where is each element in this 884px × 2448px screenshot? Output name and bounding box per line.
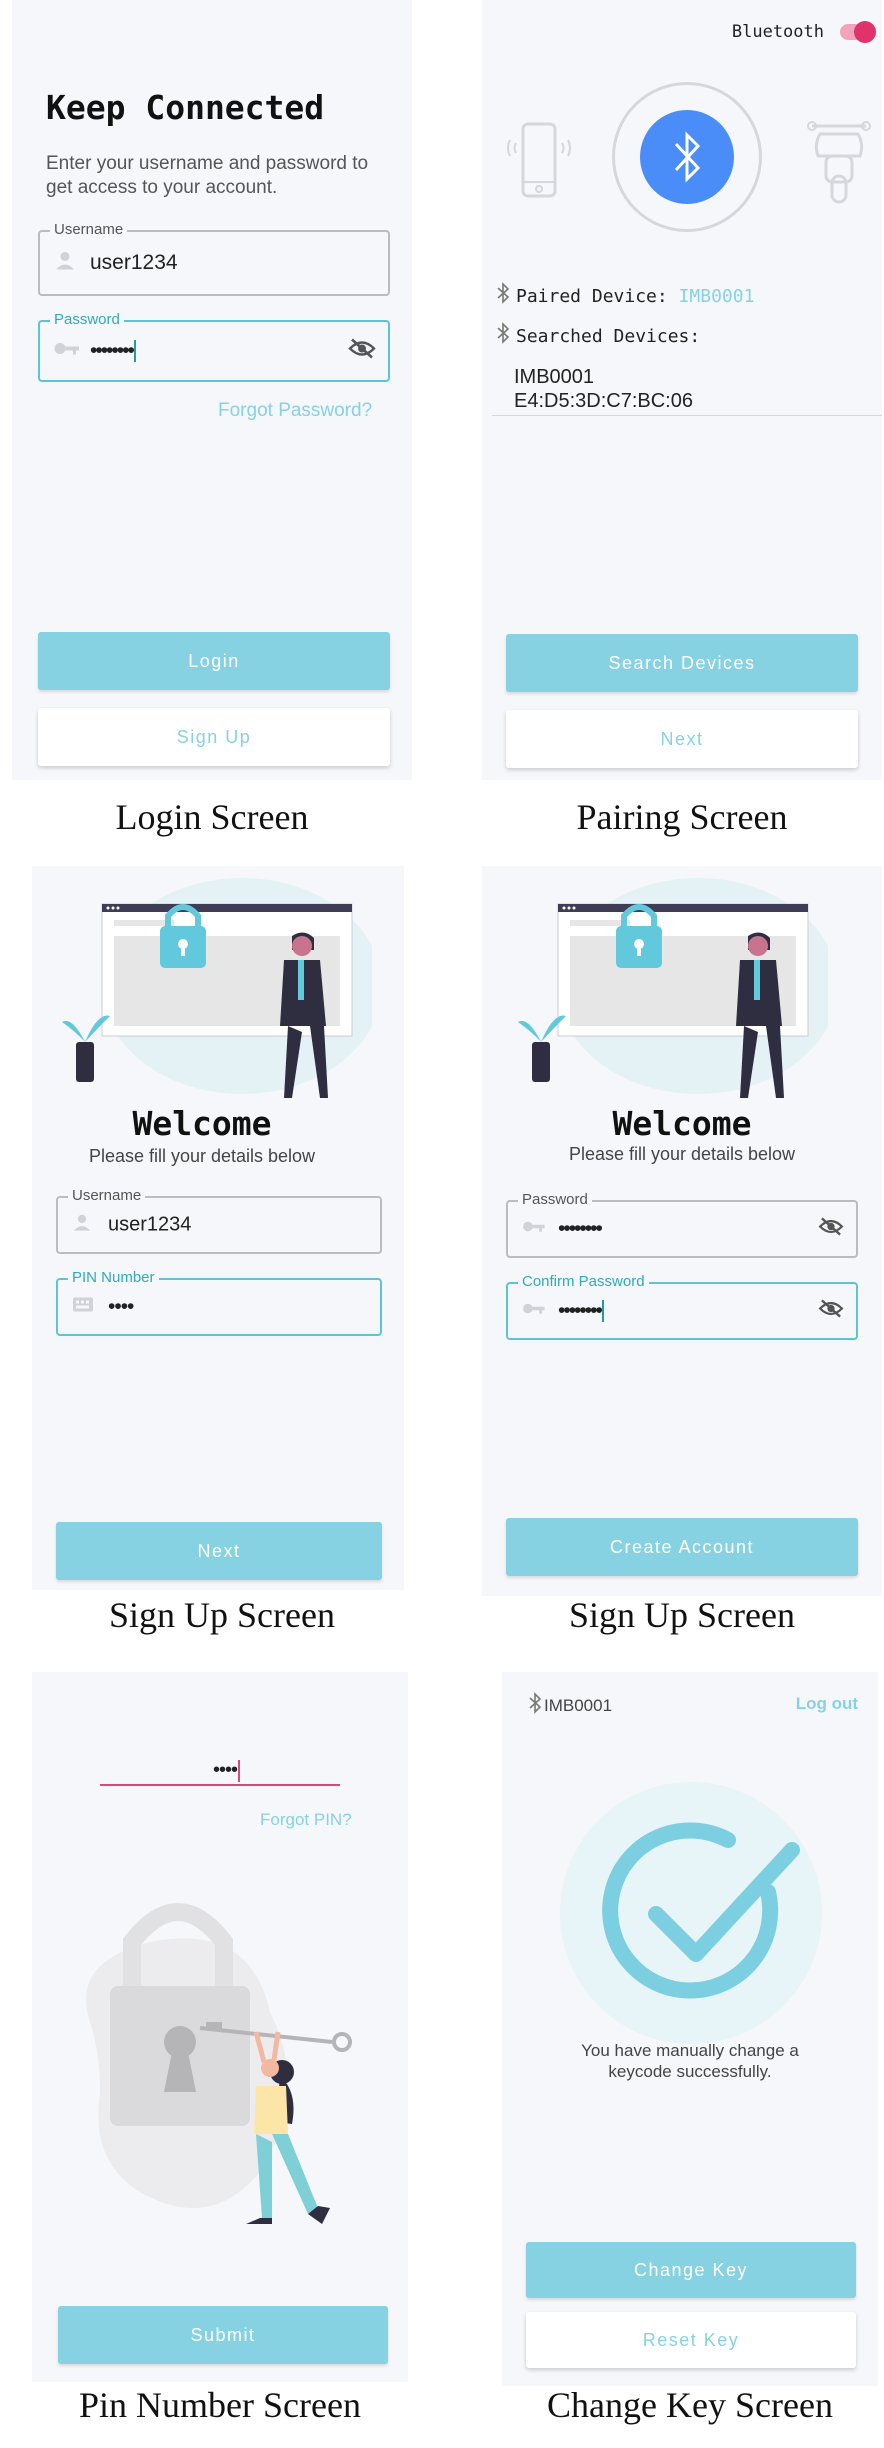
username-value: user1234 xyxy=(108,1213,192,1236)
login-description: Enter your username and password to get … xyxy=(46,153,369,198)
username-field[interactable]: Username user1234 xyxy=(56,1187,382,1254)
bluetooth-button[interactable] xyxy=(640,110,734,204)
sign-up-button[interactable]: Sign Up xyxy=(38,708,390,766)
password-value: •••••••• xyxy=(558,1217,603,1240)
success-message: You have manually change a keycode succe… xyxy=(581,2041,799,2081)
password-field[interactable]: Password •••••••• xyxy=(38,311,390,382)
login-caption: Login Screen xyxy=(115,797,309,837)
log-out-link[interactable]: Log out xyxy=(796,1694,858,1714)
bluetooth-small-icon xyxy=(496,322,510,349)
pin-number-field[interactable]: PIN Number •••• xyxy=(56,1269,382,1336)
toggle-knob xyxy=(854,21,876,43)
create-account-button[interactable]: Create Account xyxy=(506,1518,858,1576)
pin-number-value: •••• xyxy=(108,1295,134,1318)
welcome-subtitle: Please fill your details below xyxy=(88,1146,316,1166)
password-field[interactable]: Password •••••••• xyxy=(506,1191,858,1258)
pin-number-screen: •••• Forgot PIN? Submit xyxy=(32,1672,408,2382)
username-field[interactable]: Username user1234 xyxy=(38,221,390,296)
page-title: Keep Connected xyxy=(46,88,325,127)
security-illustration xyxy=(62,876,382,1111)
phone-icon xyxy=(504,118,574,209)
eye-off-icon[interactable] xyxy=(818,1299,844,1324)
login-button[interactable]: Login xyxy=(38,632,390,690)
scooter-icon xyxy=(804,116,874,211)
searched-devices-label: Searched Devices: xyxy=(516,326,701,347)
device-mac: E4:D5:3D:C7:BC:06 xyxy=(514,390,693,412)
change-key-screen: IMB0001 Log out You have manually change… xyxy=(502,1672,878,2386)
bluetooth-icon xyxy=(672,130,702,189)
forgot-pin-link[interactable]: Forgot PIN? xyxy=(260,1810,352,1830)
username-value: user1234 xyxy=(90,251,178,274)
text-caret xyxy=(238,1759,240,1782)
pin-input[interactable]: •••• xyxy=(100,1752,340,1786)
device-name: IMB0001 xyxy=(514,366,595,388)
bluetooth-label: Bluetooth xyxy=(731,22,824,42)
eye-off-icon[interactable] xyxy=(818,1217,844,1242)
signup-password-screen: Welcome Please fill your details below P… xyxy=(482,866,882,1596)
forgot-password-link[interactable]: Forgot Password? xyxy=(218,400,372,422)
welcome-title: Welcome xyxy=(132,1104,272,1143)
change-key-button[interactable]: Change Key xyxy=(526,2242,856,2298)
text-caret xyxy=(601,1300,604,1323)
confirm-password-field[interactable]: Confirm Password •••••••• xyxy=(506,1273,858,1340)
search-devices-button[interactable]: Search Devices xyxy=(506,634,858,692)
login-screen: Keep Connected Enter your username and p… xyxy=(12,0,412,780)
pin-caption: Pin Number Screen xyxy=(79,2385,361,2425)
pairing-screen: Bluetooth Paired Device: IMB0001 Searche… xyxy=(482,0,882,780)
keypad-icon xyxy=(72,1297,94,1318)
signup-username-screen: Welcome Please fill your details below U… xyxy=(32,866,404,1590)
submit-button[interactable]: Submit xyxy=(58,2306,388,2364)
key-icon xyxy=(522,1220,546,1239)
password-label: Password xyxy=(518,1191,592,1208)
success-badge xyxy=(560,1782,822,2044)
next-button[interactable]: Next xyxy=(56,1522,382,1580)
next-button[interactable]: Next xyxy=(506,710,858,768)
key-icon xyxy=(522,1302,546,1321)
bluetooth-toggle[interactable] xyxy=(840,21,876,43)
pairing-caption: Pairing Screen xyxy=(576,797,788,837)
device-name: IMB0001 xyxy=(544,1696,613,1715)
key-icon xyxy=(54,341,80,362)
password-label: Password xyxy=(50,311,124,328)
security-illustration xyxy=(518,876,838,1111)
signup-caption: Sign Up Screen xyxy=(109,1595,335,1635)
paired-device-value: IMB0001 xyxy=(678,286,755,307)
user-icon xyxy=(72,1213,92,1238)
paired-device-label: Paired Device: xyxy=(516,286,668,307)
confirm-password-value: •••••••• xyxy=(558,1299,603,1322)
unlock-illustration xyxy=(60,1872,380,2257)
device-list-item[interactable]: IMB0001 E4:D5:3D:C7:BC:06 xyxy=(492,364,882,416)
bluetooth-small-icon xyxy=(496,282,510,309)
welcome-title: Welcome xyxy=(612,1104,752,1143)
confirm-password-label: Confirm Password xyxy=(518,1273,649,1290)
username-label: Username xyxy=(50,221,128,238)
welcome-subtitle: Please fill your details below xyxy=(568,1144,796,1164)
bluetooth-ring xyxy=(612,82,762,232)
username-label: Username xyxy=(68,1187,146,1204)
checkmark-icon xyxy=(578,1792,818,2037)
bluetooth-small-icon xyxy=(528,1692,542,1719)
user-icon xyxy=(54,250,76,277)
pin-number-label: PIN Number xyxy=(68,1269,159,1286)
pin-value: •••• xyxy=(212,1759,238,1781)
change-key-caption: Change Key Screen xyxy=(547,2385,833,2425)
signup-caption: Sign Up Screen xyxy=(569,1595,795,1635)
password-value: •••••••• xyxy=(90,339,135,362)
text-caret xyxy=(133,340,136,363)
eye-off-icon[interactable] xyxy=(348,338,376,365)
reset-key-button[interactable]: Reset Key xyxy=(526,2312,856,2368)
